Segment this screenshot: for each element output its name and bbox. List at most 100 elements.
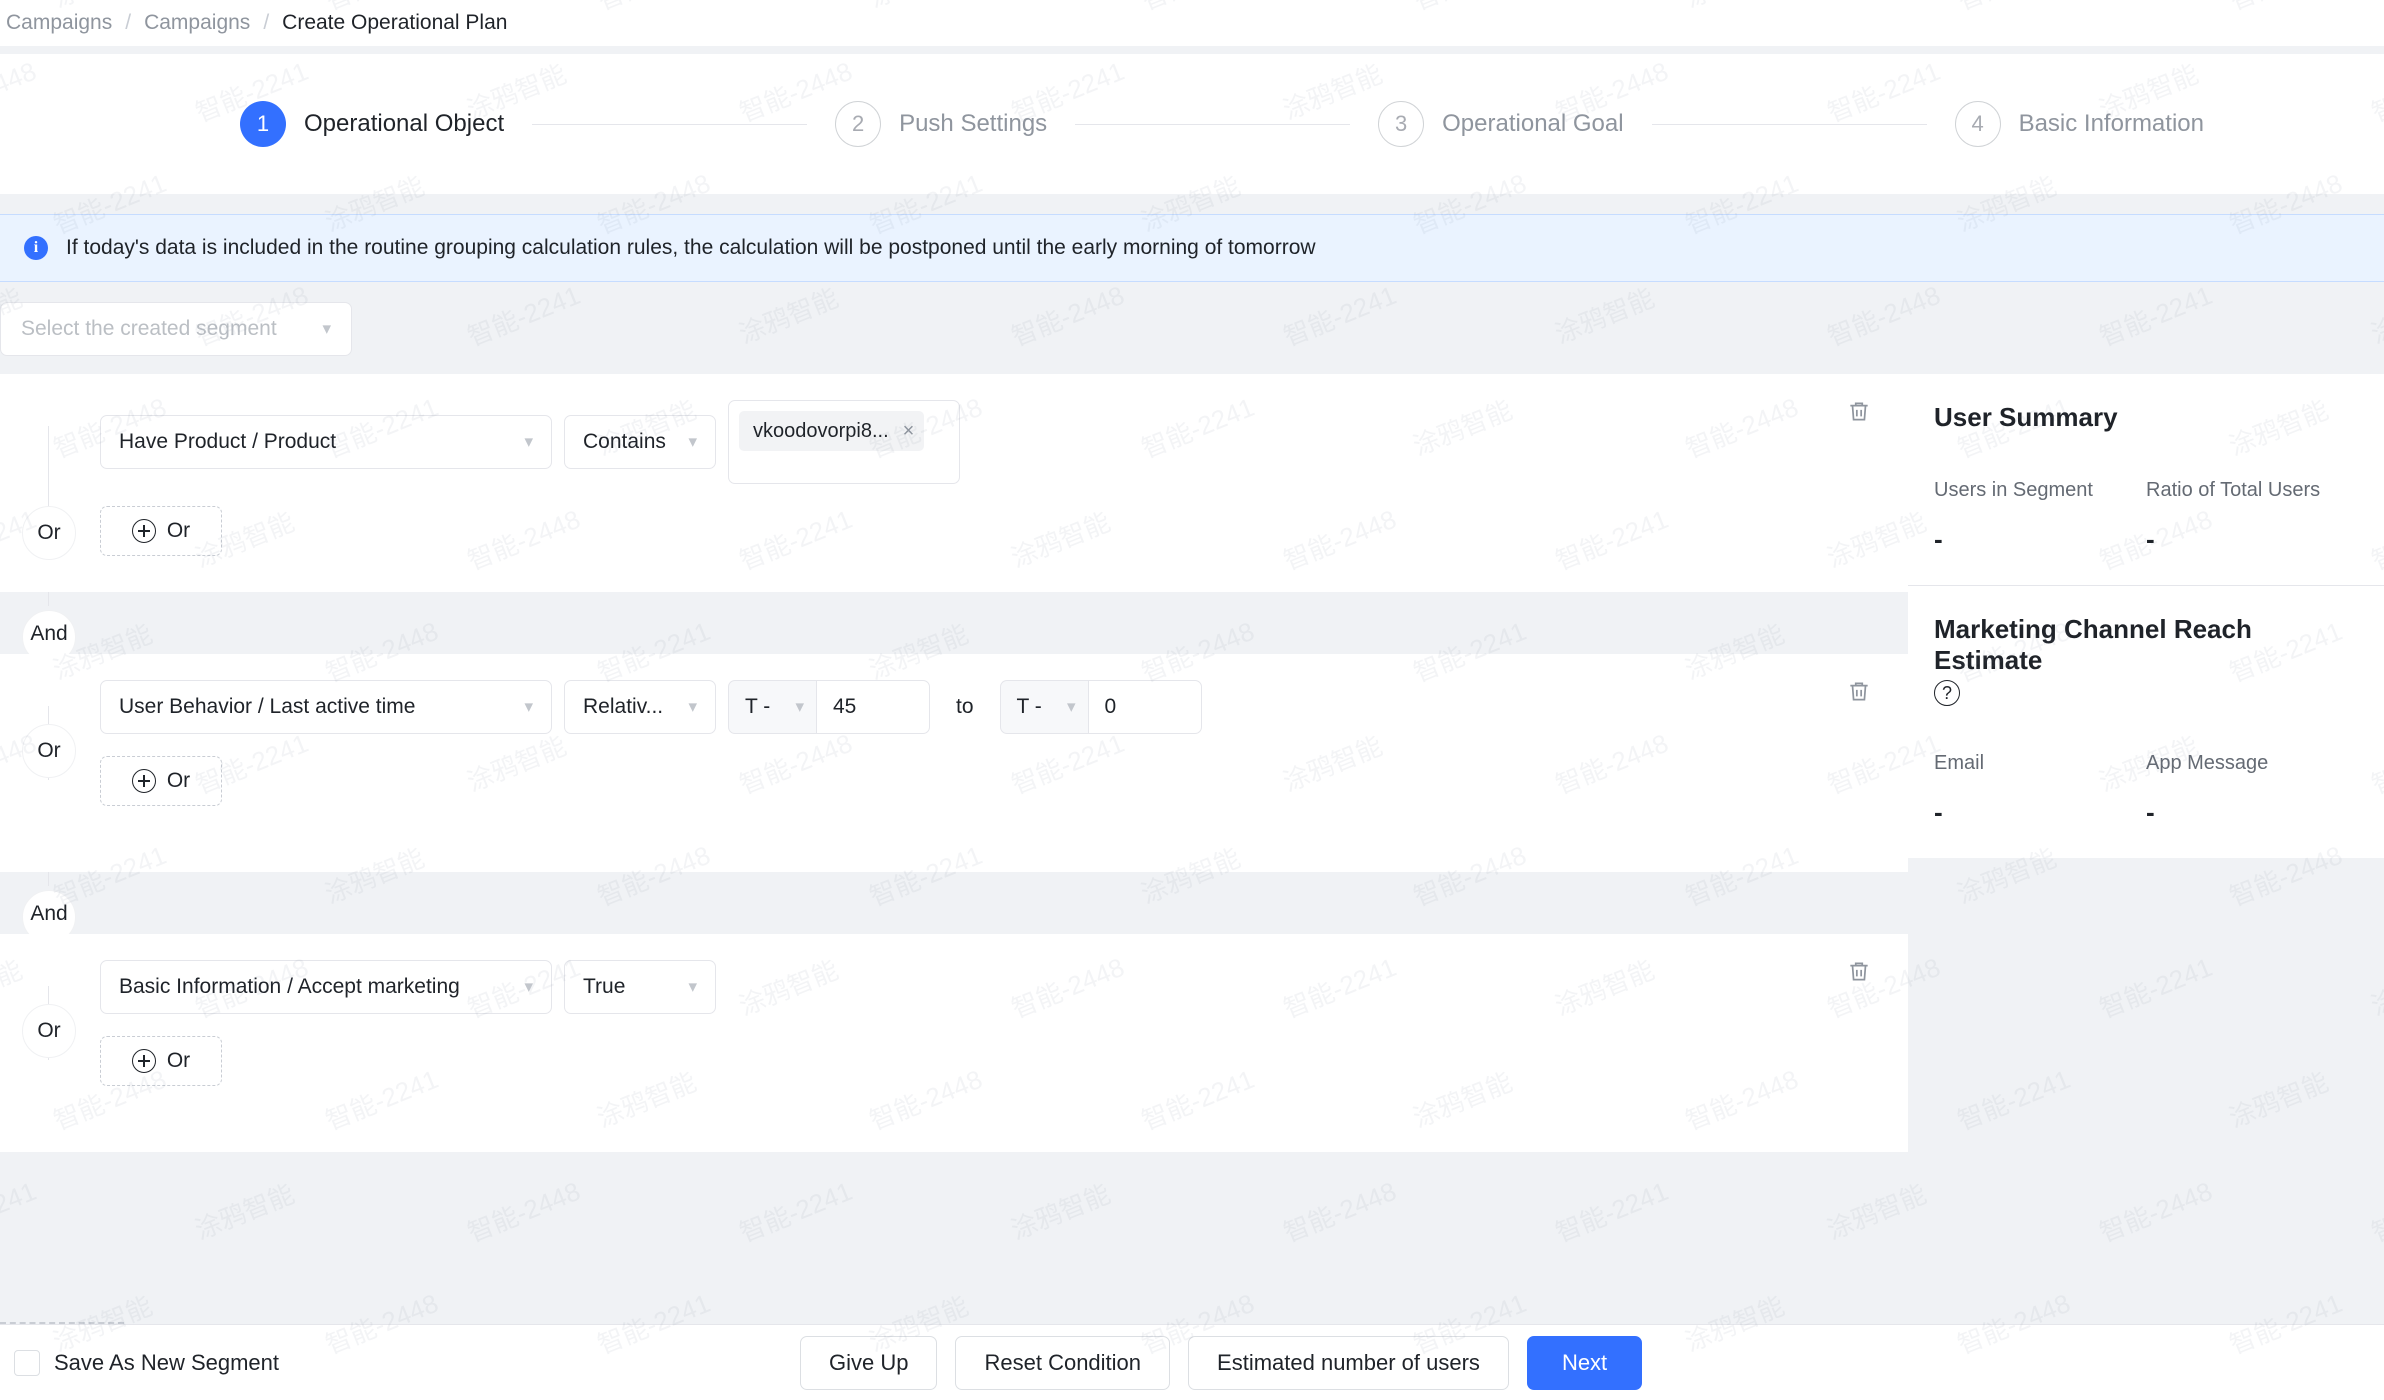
metric-label: App Message [2146,752,2269,774]
estimated-number-of-users-button[interactable]: Estimated number of users [1188,1335,1509,1390]
condition-row: Have Product / Product ▾ Contains ▾ vkoo… [100,400,1908,484]
metric-value: - [1934,797,1943,827]
step-operational-goal[interactable]: 3 Operational Goal [1378,101,1624,147]
add-or-condition-button[interactable]: Or [100,756,222,806]
step-1-number: 1 [240,101,286,147]
operator-select-value: Contains [583,430,666,453]
step-4-number: 4 [1954,101,2001,147]
metric-value: - [2146,524,2155,554]
footer-action-bar: Save As New Segment Give Up Reset Condit… [0,1324,2384,1400]
value-tag: vkoodovorpi8... × [739,411,925,451]
condition-row: User Behavior / Last active time ▾ Relat… [100,680,1908,734]
step-3-label: Operational Goal [1442,110,1624,137]
condition-group: Or User Behavior / Last active time ▾ Re… [0,654,1908,872]
step-operational-object[interactable]: 1 Operational Object [240,101,504,147]
chevron-down-icon: ▾ [1066,697,1076,716]
and-line [48,592,49,606]
metric-label: Users in Segment [1934,479,2093,501]
question-circle-icon[interactable]: ? [1934,680,1960,706]
metric-value: - [1934,524,1943,554]
step-connector-line [1651,123,1927,125]
relative-to-prefix-select[interactable]: T - ▾ [999,680,1088,734]
metric-app-message: App Message - [2146,752,2358,828]
save-as-new-segment-checkbox[interactable] [14,1349,40,1376]
plus-circle-icon [131,519,156,543]
chevron-down-icon: ▾ [795,697,804,716]
add-or-label: Or [166,769,191,792]
condition-row: Basic Information / Accept marketing ▾ T… [100,960,1908,1014]
user-summary-metrics: Users in Segment - Ratio of Total Users … [1934,479,2358,555]
attribute-select-value: Basic Information / Accept marketing [119,975,460,998]
condition-builder: Or Have Product / Product ▾ Contains ▾ v… [0,374,1908,1228]
add-or-condition-button[interactable]: Or [100,506,222,556]
step-push-settings[interactable]: 2 Push Settings [835,101,1047,147]
close-icon[interactable]: × [903,420,915,443]
step-connector-line [1075,123,1351,125]
step-connector-line [532,123,808,125]
breadcrumb-item-2[interactable]: Campaigns [144,11,250,35]
operator-select[interactable]: Contains ▾ [564,415,716,469]
and-separator: And [0,872,1908,944]
next-button[interactable]: Next [1526,1335,1643,1390]
reset-condition-button[interactable]: Reset Condition [955,1335,1171,1390]
chevron-down-icon: ▾ [688,697,697,716]
step-1-label: Operational Object [304,110,505,137]
attribute-select-value: Have Product / Product [119,430,337,453]
main-content: Or Have Product / Product ▾ Contains ▾ v… [0,374,2384,1228]
segment-select[interactable]: Select the created segment ▾ [0,302,352,356]
segment-select-placeholder: Select the created segment [21,317,277,340]
relative-from-prefix-value: T - [745,695,771,718]
and-separator: And [0,592,1908,664]
attribute-select[interactable]: Have Product / Product ▾ [100,415,552,469]
give-up-button[interactable]: Give Up [800,1335,938,1390]
add-or-label: Or [166,1049,191,1072]
value-tag-input[interactable]: vkoodovorpi8... × [728,400,960,484]
relative-to-value-input[interactable]: 0 [1087,680,1202,734]
segment-select-row: Select the created segment ▾ [0,282,2384,374]
operator-select-value: True [583,975,626,998]
step-4-label: Basic Information [2018,110,2204,137]
user-summary-title: User Summary [1934,402,2118,432]
value-tag-label: vkoodovorpi8... [753,419,889,442]
info-alert-text: If today's data is included in the routi… [66,236,1316,259]
add-or-condition-button[interactable]: Or [100,1036,222,1086]
chevron-down-icon: ▾ [322,319,331,338]
metric-value: - [2146,797,2155,827]
save-as-new-segment-group[interactable]: Save As New Segment [0,1349,800,1376]
chevron-down-icon: ▾ [688,432,697,451]
marketing-channel-title: Marketing Channel Reach Estimate [1934,614,2252,675]
relative-from-prefix-select[interactable]: T - ▾ [728,680,816,734]
attribute-select-value: User Behavior / Last active time [119,695,416,718]
and-line [48,872,49,886]
attribute-select[interactable]: Basic Information / Accept marketing ▾ [100,960,552,1014]
attribute-select[interactable]: User Behavior / Last active time ▾ [100,680,552,734]
metric-label: Email [1934,752,1985,774]
plus-circle-icon [131,1049,156,1073]
marketing-channel-metrics: Email - App Message - [1934,752,2358,828]
condition-group: Or Have Product / Product ▾ Contains ▾ v… [0,374,1908,592]
relative-range-to: T - ▾ 0 [999,680,1202,734]
user-summary-panel: User Summary Users in Segment - Ratio of… [1908,374,2384,585]
step-basic-information[interactable]: 4 Basic Information [1954,101,2204,147]
operator-select-value: Relativ... [583,695,664,718]
chevron-down-icon: ▾ [524,432,533,451]
info-alert: i If today's data is included in the rou… [0,214,2384,282]
breadcrumb-item-1[interactable]: Campaigns [6,11,112,35]
range-to-label: to [956,695,974,718]
metric-label: Ratio of Total Users [2146,479,2321,501]
relative-range-from: T - ▾ 45 [728,680,930,734]
step-2-number: 2 [835,101,882,147]
footer-buttons: Give Up Reset Condition Estimated number… [800,1335,1643,1390]
add-or-label: Or [166,519,191,542]
operator-select[interactable]: Relativ... ▾ [564,680,716,734]
or-connector-badge: Or [22,506,76,560]
marketing-channel-reach-panel: Marketing Channel Reach Estimate ? Email… [1908,586,2384,858]
operator-select[interactable]: True ▾ [564,960,716,1014]
metric-users-in-segment: Users in Segment - [1934,479,2146,555]
relative-from-value-input[interactable]: 45 [816,680,930,734]
chevron-down-icon: ▾ [524,977,533,996]
chevron-down-icon: ▾ [688,977,697,996]
metric-email: Email - [1934,752,2146,828]
info-icon: i [24,236,48,260]
